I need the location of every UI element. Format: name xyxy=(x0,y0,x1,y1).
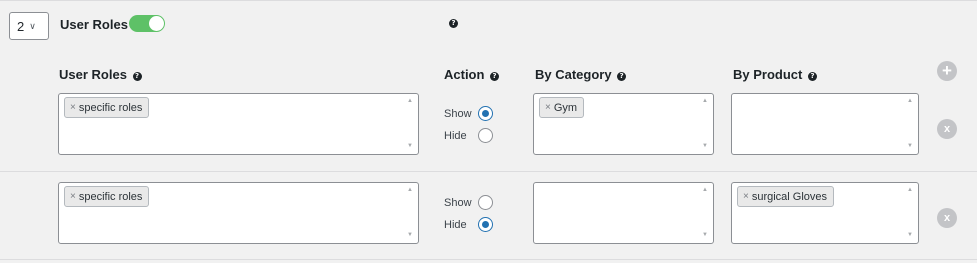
top-divider xyxy=(0,0,977,1)
toggle-knob xyxy=(149,16,164,31)
help-icon[interactable]: ? xyxy=(449,19,458,28)
chevron-down-icon: ∨ xyxy=(29,20,36,31)
remove-row-button[interactable]: x xyxy=(937,208,957,228)
tag-label: specific roles xyxy=(78,101,143,114)
product-select-row-1[interactable]: ▲ ▼ xyxy=(731,93,919,155)
column-header-by-product-label: By Product xyxy=(733,67,803,82)
rule-number-value: 2 xyxy=(17,18,25,34)
column-header-by-category-label: By Category xyxy=(535,67,612,82)
scroll-up-icon[interactable]: ▲ xyxy=(407,98,413,104)
action-show-option-row-1[interactable]: Show xyxy=(444,106,493,121)
scroll-up-icon[interactable]: ▲ xyxy=(702,98,708,104)
column-header-user-roles: User Roles ? xyxy=(59,67,142,82)
column-header-by-category: By Category ? xyxy=(535,67,627,82)
scroll-down-icon[interactable]: ▼ xyxy=(907,232,913,238)
selected-tag: × Gym xyxy=(539,97,585,118)
help-icon[interactable]: ? xyxy=(490,72,500,81)
remove-tag-icon[interactable]: × xyxy=(70,102,76,113)
tag-label: Gym xyxy=(553,101,578,114)
user-roles-select-row-2[interactable]: × specific roles ▲ ▼ xyxy=(58,182,419,244)
action-show-label: Show xyxy=(444,107,472,120)
selected-tag: × specific roles xyxy=(64,97,150,118)
action-show-option-row-2[interactable]: Show xyxy=(444,195,493,210)
rule-number-select[interactable]: 2 ∨ xyxy=(9,12,49,40)
scroll-up-icon[interactable]: ▲ xyxy=(907,187,913,193)
column-header-action: Action ? xyxy=(444,67,500,82)
help-icon[interactable]: ? xyxy=(617,72,627,81)
remove-tag-icon[interactable]: × xyxy=(70,191,76,202)
remove-tag-icon[interactable]: × xyxy=(545,102,551,113)
category-select-row-1[interactable]: × Gym ▲ ▼ xyxy=(533,93,714,155)
scroll-up-icon[interactable]: ▲ xyxy=(702,187,708,193)
tag-label: surgical Gloves xyxy=(751,190,828,203)
section-title: User Roles xyxy=(60,17,128,32)
add-rule-button[interactable]: + xyxy=(937,61,957,81)
selected-tag: × surgical Gloves xyxy=(737,186,835,207)
scroll-down-icon[interactable]: ▼ xyxy=(407,143,413,149)
action-hide-radio[interactable] xyxy=(478,217,493,232)
scroll-down-icon[interactable]: ▼ xyxy=(407,232,413,238)
remove-row-button[interactable]: x xyxy=(937,119,957,139)
scroll-up-icon[interactable]: ▲ xyxy=(907,98,913,104)
help-icon[interactable]: ? xyxy=(132,72,142,81)
category-select-row-2[interactable]: ▲ ▼ xyxy=(533,182,714,244)
selected-tag: × specific roles xyxy=(64,186,150,207)
action-hide-option-row-1[interactable]: Hide xyxy=(444,128,493,143)
column-header-user-roles-label: User Roles xyxy=(59,67,127,82)
scroll-down-icon[interactable]: ▼ xyxy=(907,143,913,149)
column-header-by-product: By Product ? xyxy=(733,67,817,82)
product-select-row-2[interactable]: × surgical Gloves ▲ ▼ xyxy=(731,182,919,244)
action-show-label: Show xyxy=(444,196,472,209)
user-roles-toggle[interactable] xyxy=(129,15,165,32)
bottom-divider xyxy=(0,259,977,260)
action-hide-label: Hide xyxy=(444,129,467,142)
scroll-up-icon[interactable]: ▲ xyxy=(407,187,413,193)
scroll-down-icon[interactable]: ▼ xyxy=(702,143,708,149)
tag-label: specific roles xyxy=(78,190,143,203)
action-show-radio[interactable] xyxy=(478,106,493,121)
column-header-action-label: Action xyxy=(444,67,485,82)
row-divider xyxy=(0,171,977,172)
action-hide-option-row-2[interactable]: Hide xyxy=(444,217,493,232)
user-roles-select-row-1[interactable]: × specific roles ▲ ▼ xyxy=(58,93,419,155)
remove-tag-icon[interactable]: × xyxy=(743,191,749,202)
action-hide-label: Hide xyxy=(444,218,467,231)
action-show-radio[interactable] xyxy=(478,195,493,210)
help-icon[interactable]: ? xyxy=(807,72,817,81)
action-hide-radio[interactable] xyxy=(478,128,493,143)
scroll-down-icon[interactable]: ▼ xyxy=(702,232,708,238)
